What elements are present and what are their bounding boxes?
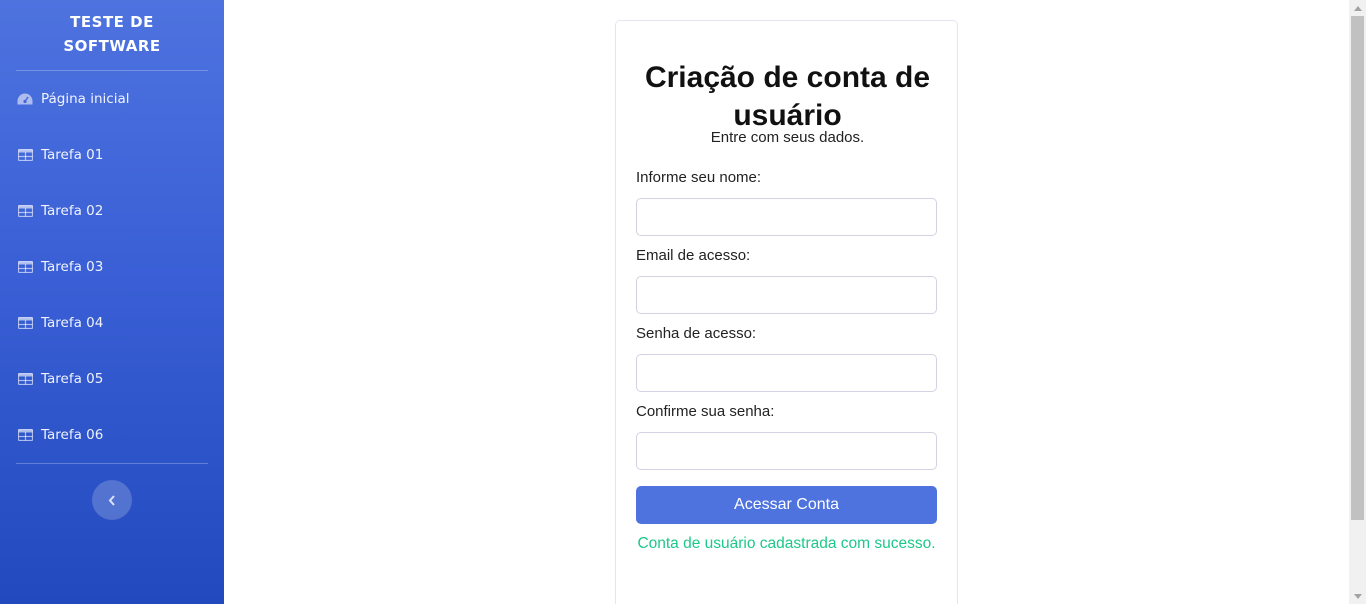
table-icon — [17, 148, 33, 162]
confirm-password-label: Confirme sua senha: — [636, 403, 775, 420]
sidebar-item-label: Tarefa 04 — [41, 315, 104, 331]
sidebar-item-tarefa-02[interactable]: Tarefa 02 — [0, 191, 224, 231]
name-input[interactable] — [636, 198, 937, 236]
sidebar: TESTE DE SOFTWARE Página inicial Tarefa … — [0, 0, 224, 604]
app-window: TESTE DE SOFTWARE Página inicial Tarefa … — [0, 0, 1366, 604]
table-icon — [17, 316, 33, 330]
sidebar-toggle-button[interactable] — [92, 480, 132, 520]
success-message: Conta de usuário cadastrada com sucesso. — [637, 535, 936, 552]
sidebar-divider — [16, 463, 208, 464]
chevron-left-icon — [108, 491, 116, 510]
sidebar-item-tarefa-04[interactable]: Tarefa 04 — [0, 303, 224, 343]
table-icon — [17, 428, 33, 442]
sidebar-item-label: Tarefa 02 — [41, 203, 104, 219]
sidebar-item-tarefa-06[interactable]: Tarefa 06 — [0, 415, 224, 455]
sidebar-item-tarefa-01[interactable]: Tarefa 01 — [0, 135, 224, 175]
scroll-down-icon[interactable] — [1349, 588, 1366, 604]
sidebar-item-tarefa-05[interactable]: Tarefa 05 — [0, 359, 224, 399]
dashboard-icon — [17, 92, 33, 106]
submit-button[interactable]: Acessar Conta — [636, 486, 937, 524]
email-input[interactable] — [636, 276, 937, 314]
signup-card: Criação de conta de usuário Entre com se… — [615, 20, 958, 604]
sidebar-item-label: Tarefa 01 — [41, 147, 104, 163]
sidebar-item-pagina-inicial[interactable]: Página inicial — [0, 79, 224, 119]
sidebar-item-label: Tarefa 06 — [41, 427, 104, 443]
sidebar-item-label: Tarefa 05 — [41, 371, 104, 387]
name-label: Informe seu nome: — [636, 169, 762, 186]
table-icon — [17, 204, 33, 218]
scroll-up-icon[interactable] — [1349, 0, 1366, 16]
sidebar-item-label: Página inicial — [41, 91, 130, 107]
brand-line-1: TESTE DE — [70, 13, 154, 31]
page-title: Criação de conta de usuário — [644, 61, 931, 132]
table-icon — [17, 260, 33, 274]
sidebar-item-tarefa-03[interactable]: Tarefa 03 — [0, 247, 224, 287]
vertical-scrollbar[interactable] — [1349, 0, 1366, 604]
brand-line-2: SOFTWARE — [63, 37, 161, 55]
table-icon — [17, 372, 33, 386]
sidebar-divider — [16, 70, 208, 71]
password-label: Senha de acesso: — [636, 325, 757, 342]
sidebar-item-label: Tarefa 03 — [41, 259, 104, 275]
scrollbar-thumb[interactable] — [1351, 16, 1364, 520]
form-subtitle: Entre com seus dados. — [710, 129, 865, 146]
brand-title[interactable]: TESTE DE SOFTWARE — [0, 10, 224, 58]
confirm-password-input[interactable] — [636, 432, 937, 470]
email-label: Email de acesso: — [636, 247, 751, 264]
password-input[interactable] — [636, 354, 937, 392]
